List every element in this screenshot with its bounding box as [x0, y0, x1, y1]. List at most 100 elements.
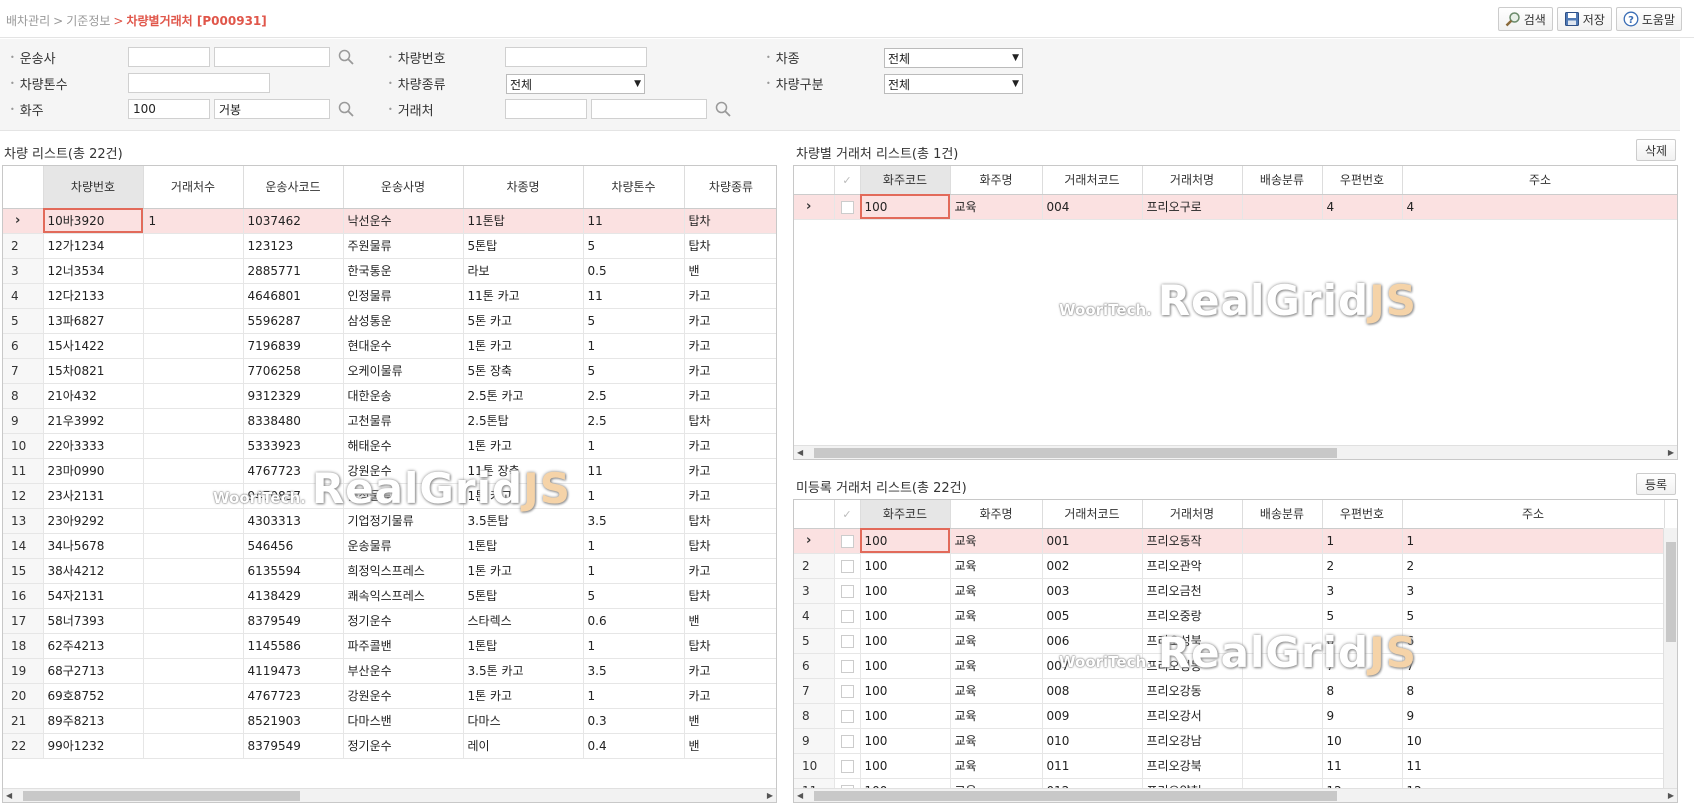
table-cell[interactable]: 카고 — [684, 683, 776, 709]
table-row[interactable]: 11 23마0990 4767723 강원운수 11톤 장축 11 카고 — [3, 458, 776, 484]
table-cell[interactable]: 1톤 카고 — [463, 333, 584, 359]
table-cell[interactable]: 100 — [860, 628, 951, 654]
row-checkbox[interactable] — [834, 553, 861, 579]
table-cell[interactable]: 기업정기물류 — [343, 508, 464, 534]
checkbox-icon[interactable] — [840, 759, 854, 773]
table-cell[interactable]: 2885771 — [243, 258, 344, 284]
row-checkbox[interactable] — [834, 728, 861, 754]
table-cell[interactable]: 12다2133 — [43, 283, 144, 309]
table-cell[interactable]: 대한운송 — [343, 383, 464, 409]
table-cell[interactable]: 교육 — [950, 628, 1043, 654]
client-search-icon[interactable] — [714, 100, 732, 118]
table-cell[interactable]: 8379549 — [243, 733, 344, 759]
table-cell[interactable]: 6 — [1322, 628, 1403, 654]
table-cell[interactable]: 100 — [860, 728, 951, 754]
table-row[interactable]: 3 100 교육 003 프리오금천 3 3 — [794, 578, 1665, 604]
table-row[interactable]: 4 12다2133 4646801 인정물류 11톤 카고 11 카고 — [3, 283, 776, 309]
checkbox-icon[interactable] — [840, 709, 854, 723]
table-cell[interactable]: 밴 — [684, 608, 776, 634]
table-cell[interactable] — [143, 308, 244, 334]
table-cell[interactable]: 카고 — [684, 308, 776, 334]
table-cell[interactable]: 001 — [1042, 528, 1143, 554]
table-cell[interactable]: 21아432 — [43, 383, 144, 409]
table-cell[interactable]: 004 — [1042, 194, 1143, 220]
table-cell[interactable]: 탑차 — [684, 233, 776, 259]
table-cell[interactable]: 오케이물류 — [343, 358, 464, 384]
table-cell[interactable]: 밴 — [684, 733, 776, 759]
check-all-header[interactable]: ✓ — [834, 166, 861, 195]
column-header[interactable]: 주소 — [1402, 166, 1677, 195]
table-cell[interactable]: 69호8752 — [43, 683, 144, 709]
table-cell[interactable]: 010 — [1042, 728, 1143, 754]
table-cell[interactable]: 교육 — [950, 728, 1043, 754]
table-cell[interactable]: 한국통운 — [343, 258, 464, 284]
table-cell[interactable]: 1 — [583, 483, 685, 509]
table-cell[interactable]: 3.5 — [583, 508, 685, 534]
table-cell[interactable]: 2 — [1322, 553, 1403, 579]
table-cell[interactable] — [143, 383, 244, 409]
checkbox-icon[interactable] — [840, 659, 854, 673]
table-cell[interactable]: 99아1232 — [43, 733, 144, 759]
table-cell[interactable]: 1 — [583, 558, 685, 584]
table-cell[interactable]: 5 — [583, 583, 685, 609]
search-button[interactable]: 검색 — [1497, 7, 1553, 31]
table-cell[interactable]: 5 — [1402, 603, 1665, 629]
column-header[interactable]: 차종명 — [463, 166, 584, 209]
row-checkbox[interactable] — [834, 603, 861, 629]
table-cell[interactable]: 10 — [1402, 728, 1665, 754]
table-cell[interactable]: 100 — [860, 528, 951, 554]
table-cell[interactable]: 23마0990 — [43, 458, 144, 484]
table-row[interactable]: 8 100 교육 009 프리오강서 9 9 — [794, 703, 1665, 729]
table-row[interactable]: 9 21우3992 8338480 고천물류 2.5톤탑 2.5 탑차 — [3, 408, 776, 434]
table-cell[interactable]: 탑차 — [684, 508, 776, 534]
table-cell[interactable]: 100 — [860, 703, 951, 729]
table-cell[interactable]: 해태운수 — [343, 433, 464, 459]
scroll-left-icon[interactable]: ◀ — [797, 446, 803, 459]
vehicle-list-hscroll[interactable]: ◀ ▶ — [3, 788, 776, 802]
table-cell[interactable]: 11톤 카고 — [463, 283, 584, 309]
column-header[interactable]: 주소 — [1402, 500, 1665, 529]
table-cell[interactable]: 58너7393 — [43, 608, 144, 634]
table-cell[interactable]: 프리오구로 — [1142, 194, 1243, 220]
table-cell[interactable] — [143, 258, 244, 284]
table-cell[interactable]: 1 — [1322, 528, 1403, 554]
table-cell[interactable]: 프리오성북 — [1142, 628, 1243, 654]
table-cell[interactable] — [143, 508, 244, 534]
table-cell[interactable]: 탑차 — [684, 583, 776, 609]
table-cell[interactable] — [143, 683, 244, 709]
table-cell[interactable]: 6 — [1402, 628, 1665, 654]
table-cell[interactable]: 프리오중랑 — [1142, 603, 1243, 629]
table-cell[interactable]: 4767723 — [243, 458, 344, 484]
scroll-thumb[interactable] — [814, 448, 1337, 458]
table-cell[interactable]: 100 — [860, 753, 951, 779]
unregistered-list-vscroll[interactable] — [1663, 528, 1677, 790]
vehicle-no-input[interactable] — [505, 47, 647, 67]
scroll-thumb[interactable] — [1666, 542, 1676, 642]
checkbox-icon[interactable] — [840, 584, 854, 598]
table-cell[interactable]: 삼성통운 — [343, 308, 464, 334]
table-cell[interactable]: 라보 — [463, 258, 584, 284]
table-cell[interactable]: 카고 — [684, 483, 776, 509]
checkbox-icon[interactable] — [840, 684, 854, 698]
table-row[interactable]: 4 100 교육 005 프리오중랑 5 5 — [794, 603, 1665, 629]
table-cell[interactable] — [143, 533, 244, 559]
table-cell[interactable]: 5 — [583, 233, 685, 259]
table-cell[interactable] — [1242, 653, 1323, 679]
table-cell[interactable]: 교육 — [950, 553, 1043, 579]
table-cell[interactable]: 1 — [143, 208, 244, 234]
table-row[interactable]: 17 58너7393 8379549 정기운수 스타렉스 0.6 밴 — [3, 608, 776, 634]
table-cell[interactable]: 4303313 — [243, 508, 344, 534]
client-code-input[interactable] — [505, 99, 587, 119]
checkbox-icon[interactable] — [840, 200, 854, 214]
client-name-input[interactable] — [591, 99, 707, 119]
table-cell[interactable]: 5 — [583, 308, 685, 334]
table-cell[interactable] — [1242, 678, 1323, 704]
table-cell[interactable]: 13파6827 — [43, 308, 144, 334]
table-cell[interactable] — [143, 458, 244, 484]
table-cell[interactable] — [143, 483, 244, 509]
table-cell[interactable]: 주원물류 — [343, 233, 464, 259]
table-cell[interactable]: 부산운수 — [343, 658, 464, 684]
table-cell[interactable]: 100 — [860, 603, 951, 629]
table-cell[interactable]: 카고 — [684, 383, 776, 409]
vehicle-kind-select[interactable]: 전체 ▼ — [506, 74, 645, 94]
